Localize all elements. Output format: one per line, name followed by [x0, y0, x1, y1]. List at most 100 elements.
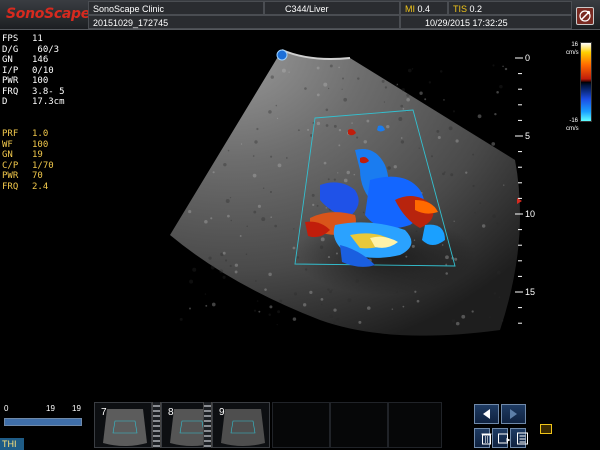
speckle-dot — [471, 310, 474, 313]
speckle-dot — [312, 203, 315, 206]
cine-track[interactable] — [4, 418, 82, 426]
param-value: 60/3 — [32, 44, 60, 55]
speckle-dot — [493, 292, 497, 295]
speckle-dot — [362, 211, 365, 214]
speckle-dot — [229, 196, 232, 199]
speckle-dot — [335, 317, 340, 322]
param-value: 11 — [32, 34, 43, 44]
speckle-dot — [453, 220, 455, 222]
param-key: FRQ — [2, 86, 19, 97]
speckle-dot — [307, 128, 310, 131]
param-value: 2.4 — [32, 181, 49, 192]
speckle-dot — [445, 263, 448, 266]
speckle-dot — [465, 171, 468, 174]
param-key: PWR — [2, 171, 19, 181]
tools-button[interactable] — [576, 7, 594, 25]
arrow-right-icon — [510, 409, 517, 419]
speckle-dot — [189, 307, 191, 310]
speckle-dot — [245, 253, 248, 256]
param-value: 17.3cm — [32, 97, 65, 107]
speckle-dot — [288, 71, 290, 73]
speckle-dot — [188, 209, 192, 214]
speckle-dot — [253, 309, 257, 312]
param-row: D 17.3cm — [2, 97, 65, 108]
speckle-dot — [320, 237, 325, 242]
thumbnail-empty-slot — [330, 402, 388, 448]
thumbnail-number: 9 — [219, 407, 225, 418]
speckle-dot — [492, 64, 495, 67]
param-row: GN 19 — [2, 150, 54, 161]
speckle-dot — [276, 324, 278, 326]
cine-slider[interactable]: 0 19 19 — [2, 402, 86, 432]
delete-button[interactable] — [474, 428, 492, 448]
color-params: PRF 1.0 WF 100 GN 19 C/P 1/70 PWR 70 FRQ 2.4 — [2, 129, 54, 192]
speckle-dot — [285, 157, 288, 159]
orientation-marker-icon — [276, 49, 288, 61]
param-row: FRQ 2.4 — [2, 182, 54, 193]
film-divider — [203, 402, 212, 448]
speckle-dot — [441, 244, 444, 246]
speckle-dot — [219, 269, 224, 274]
next-page-button[interactable] — [501, 404, 526, 424]
param-key: D/G — [2, 44, 19, 55]
speckle-dot — [316, 93, 320, 97]
thumbnail-strip: 7 8 9 — [94, 402, 442, 448]
cine-start-label: 0 — [4, 404, 9, 413]
brand-logo: SonoScape — [6, 6, 90, 22]
speckle-dot — [496, 270, 501, 275]
thumbnail[interactable]: 7 — [94, 402, 152, 448]
speckle-dot — [319, 245, 324, 249]
speckle-dot — [335, 252, 338, 255]
ultrasound-image[interactable] — [170, 40, 550, 340]
speckle-dot — [262, 187, 265, 190]
speckle-dot — [269, 305, 273, 309]
speckle-dot — [396, 83, 399, 85]
send-button[interactable] — [492, 428, 511, 448]
param-key: WF — [2, 139, 13, 150]
speckle-dot — [338, 66, 340, 69]
depth-label: 5 — [525, 131, 531, 141]
list-button[interactable] — [510, 428, 528, 448]
thi-mode-badge[interactable]: THI — [0, 438, 24, 450]
prev-page-button[interactable] — [474, 404, 499, 424]
top-header: SonoScape SonoScape Clinic C344/Liver MI… — [0, 0, 600, 30]
speckle-dot — [230, 219, 233, 222]
thumbnail[interactable]: 9 — [212, 402, 270, 448]
speckle-dot — [261, 217, 266, 222]
bmode-params: FPS 11 D/G 60/3 GN 146 I/P 0/10 PWR 100 FRQ 3… — [2, 34, 65, 108]
speckle-dot — [496, 90, 499, 94]
speckle-dot — [477, 114, 482, 119]
speckle-dot — [415, 230, 418, 233]
param-key: FRQ — [2, 181, 19, 192]
param-row: FRQ 3.8- 5 — [2, 87, 65, 98]
speckle-dot — [316, 121, 321, 126]
speckle-dot — [428, 81, 432, 84]
speckle-dot — [424, 289, 428, 293]
param-row: WF 100 — [2, 140, 54, 151]
speckle-dot — [383, 101, 386, 103]
speckle-dot — [411, 244, 415, 248]
speckle-dot — [210, 265, 215, 270]
param-value: 1.0 — [32, 129, 49, 139]
speckle-dot — [277, 310, 281, 314]
speckle-dot — [474, 212, 476, 214]
speckle-dot — [309, 290, 313, 294]
speckle-dot — [405, 255, 408, 258]
speckle-dot — [327, 178, 330, 181]
speckle-dot — [320, 297, 324, 301]
speckle-dot — [256, 300, 259, 302]
speckle-dot — [448, 126, 453, 131]
depth-label: 15 — [525, 287, 536, 297]
speckle-dot — [498, 296, 501, 299]
speckle-dot — [452, 110, 456, 113]
report-icon[interactable] — [540, 424, 552, 434]
velocity-colorbar — [580, 42, 592, 122]
speckle-dot — [442, 172, 445, 176]
speckle-dot — [338, 144, 341, 147]
speckle-dot — [270, 75, 274, 79]
depth-label: 10 — [525, 209, 536, 219]
speckle-dot — [333, 124, 337, 128]
speckle-dot — [210, 217, 213, 220]
param-key: D — [2, 97, 8, 107]
param-key: I/P — [2, 65, 19, 76]
